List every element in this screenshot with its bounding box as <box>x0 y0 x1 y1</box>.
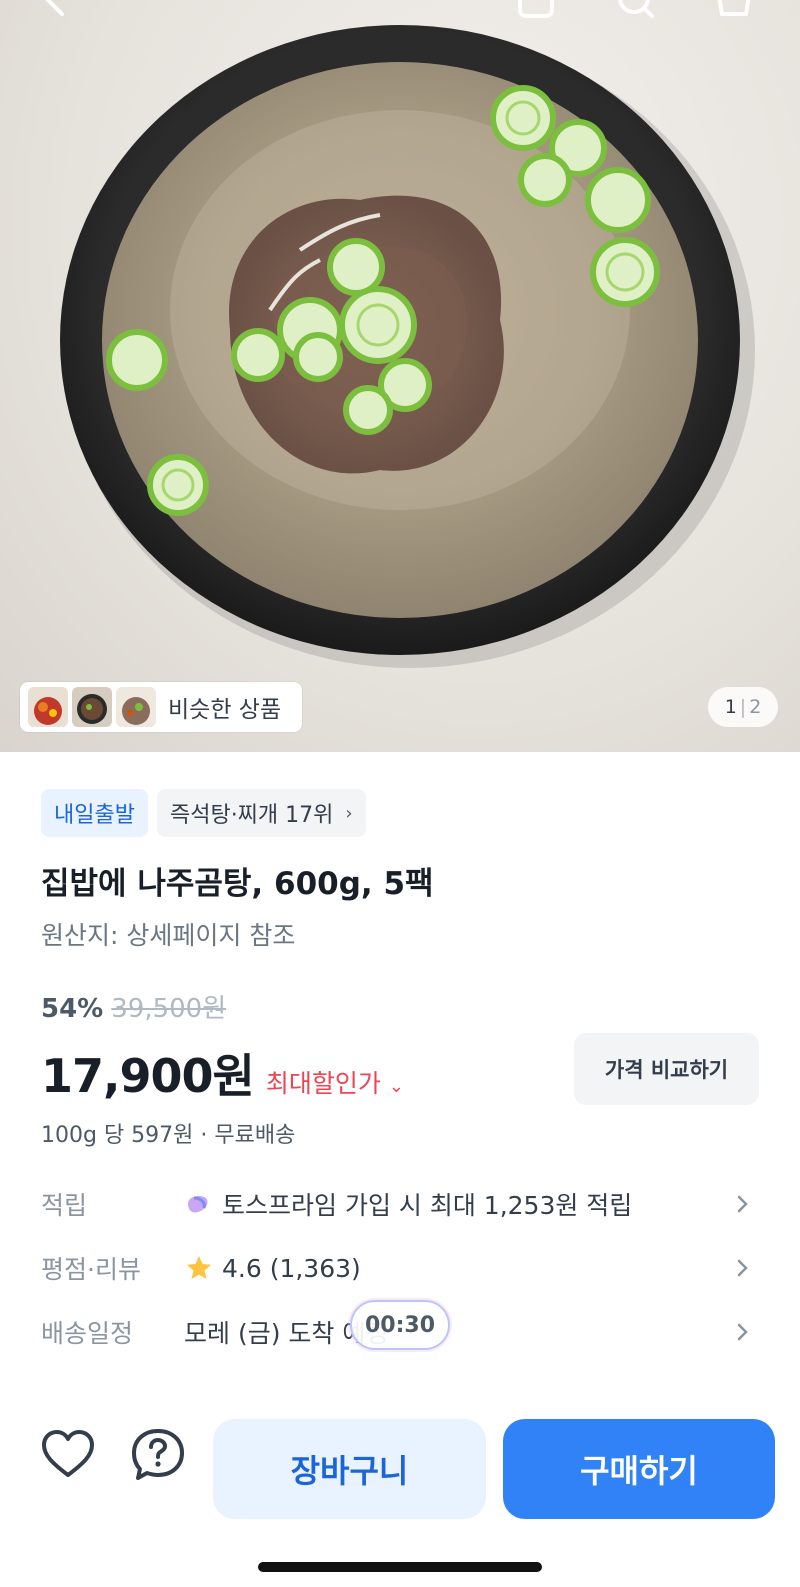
delivery-key: 배송일정 <box>41 1319 134 1348</box>
chevron-right-icon <box>732 1258 752 1278</box>
timer-badge: 00:30 <box>350 1300 450 1350</box>
category-rank-badge[interactable]: 즉석탕·찌개 17위 › <box>156 789 366 837</box>
price-line: 17,900원 최대할인가 ⌄ <box>41 1040 404 1106</box>
cart-icon <box>717 0 751 16</box>
points-value: 토스프라임 가입 시 최대 1,253원 적립 <box>222 1191 633 1220</box>
chevron-left-icon <box>45 0 64 16</box>
wishlist-button[interactable] <box>38 1425 98 1485</box>
similar-product-thumbnail <box>28 687 68 727</box>
cart-button[interactable] <box>714 0 754 20</box>
rating-value-wrap: 4.6 (1,363) <box>184 1253 361 1283</box>
unit-price-shipping: 100g 당 597원 · 무료배송 <box>41 1123 296 1148</box>
add-to-cart-button[interactable]: 장바구니 <box>213 1419 486 1519</box>
pager-separator: | <box>739 696 747 718</box>
similar-products-chip[interactable]: 비슷한 상품 <box>20 682 302 732</box>
compare-price-button[interactable]: 가격 비교하기 <box>574 1033 759 1105</box>
product-photo <box>60 25 755 668</box>
original-price: 39,500원 <box>111 994 227 1024</box>
chevron-right-icon <box>732 1194 752 1214</box>
image-pager: 1 | 2 <box>708 687 778 727</box>
category-rank-label: 즉석탕·찌개 17위 <box>169 803 334 828</box>
product-image-carousel[interactable]: 비슷한 상품 1 | 2 <box>0 0 800 752</box>
max-discount-toggle[interactable]: 최대할인가 ⌄ <box>266 1064 404 1100</box>
product-origin: 원산지: 상세페이지 참조 <box>41 921 296 950</box>
home-indicator <box>258 1562 542 1572</box>
inquiry-button[interactable] <box>128 1425 188 1485</box>
chevron-right-icon <box>732 1322 752 1342</box>
search-button[interactable] <box>616 0 656 20</box>
similar-products-label: 비슷한 상품 <box>168 697 282 723</box>
similar-product-thumbnail <box>72 687 112 727</box>
chevron-down-icon: ⌄ <box>388 1076 404 1097</box>
rating-key: 평점·리뷰 <box>41 1255 141 1284</box>
points-row[interactable]: 적립 토스프라임 가입 시 최대 1,253원 적립 <box>0 1176 800 1232</box>
discount-line: 54% 39,500원 <box>41 988 226 1025</box>
heart-icon <box>42 1430 94 1477</box>
share-icon <box>518 0 554 18</box>
product-title: 집밥에 나주곰탕, 600g, 5팩 <box>41 866 434 902</box>
share-button[interactable] <box>516 0 556 20</box>
rating-row[interactable]: 평점·리뷰 4.6 (1,363) <box>0 1240 800 1296</box>
product-tags: 내일출발 즉석탕·찌개 17위 › <box>41 789 366 837</box>
discount-percent: 54% <box>41 994 104 1024</box>
search-icon <box>618 0 654 18</box>
bottom-action-bar: 장바구니 구매하기 <box>0 1405 800 1525</box>
question-icon <box>132 1429 184 1480</box>
buy-now-button[interactable]: 구매하기 <box>503 1419 775 1519</box>
toss-prime-icon <box>188 1196 208 1213</box>
sale-price: 17,900원 <box>41 1049 255 1103</box>
delivery-badge: 내일출발 <box>41 789 148 837</box>
max-discount-label: 최대할인가 <box>265 1069 381 1098</box>
pager-current: 1 <box>724 696 737 718</box>
star-icon <box>187 1256 211 1279</box>
rating-value: 4.6 (1,363) <box>222 1253 361 1283</box>
points-key: 적립 <box>41 1191 88 1220</box>
similar-product-thumbnail <box>116 687 156 727</box>
pager-total: 2 <box>749 696 762 718</box>
back-button[interactable] <box>36 0 76 20</box>
points-value-wrap: 토스프라임 가입 시 최대 1,253원 적립 <box>184 1186 632 1222</box>
chevron-right-icon: › <box>345 802 353 824</box>
